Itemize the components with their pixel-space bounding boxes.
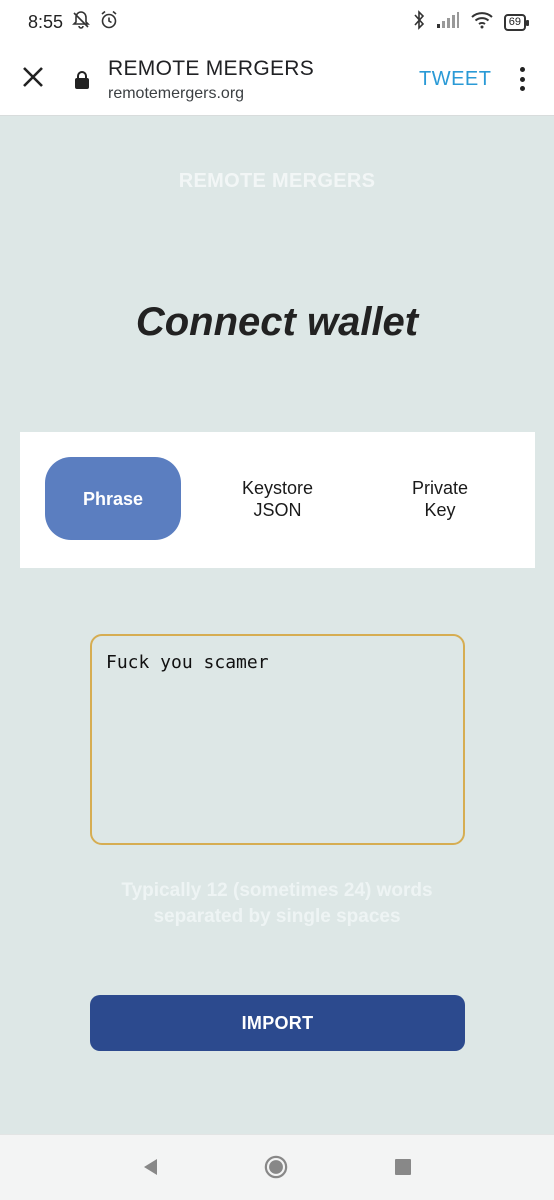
back-icon[interactable] xyxy=(139,1155,163,1179)
browser-toolbar: REMOTE MERGERS remotemergers.org TWEET xyxy=(0,44,554,116)
tab-keystore-json[interactable]: Keystore JSON xyxy=(220,457,335,540)
bluetooth-icon xyxy=(412,9,426,35)
signal-icon xyxy=(436,11,460,34)
site-brand: REMOTE MERGERS xyxy=(178,170,376,192)
alarm-icon xyxy=(99,10,119,35)
status-bar: 8:55 69 xyxy=(0,0,554,44)
page-title: REMOTE MERGERS xyxy=(108,56,315,80)
phrase-input[interactable] xyxy=(90,634,465,845)
battery-icon: 69 xyxy=(503,13,530,31)
status-left: 8:55 xyxy=(28,10,119,35)
tab-private-key[interactable]: Private Key xyxy=(390,457,490,540)
more-vert-icon[interactable] xyxy=(510,64,534,94)
system-nav-bar xyxy=(0,1134,554,1200)
bell-off-icon xyxy=(71,10,91,35)
screen: 8:55 69 REMOTE MERGERS remotemergers.org… xyxy=(0,0,554,1200)
status-time: 8:55 xyxy=(28,11,64,32)
phrase-hint: Typically 12 (sometimes 24) words separa… xyxy=(121,880,433,927)
close-icon xyxy=(22,66,44,93)
lock-icon xyxy=(74,70,100,90)
home-icon[interactable] xyxy=(264,1155,288,1179)
wallet-tabs: Phrase Keystore JSON Private Key xyxy=(20,432,535,568)
wifi-icon xyxy=(470,11,494,34)
recents-icon[interactable] xyxy=(391,1155,415,1179)
close-button[interactable] xyxy=(0,44,66,116)
page-url: remotemergers.org xyxy=(108,84,245,102)
status-right: 69 xyxy=(412,9,530,35)
page-heading: Connect wallet xyxy=(135,300,419,344)
tweet-link[interactable]: TWEET xyxy=(419,68,492,91)
page-info[interactable]: REMOTE MERGERS remotemergers.org xyxy=(108,57,314,103)
import-button[interactable]: IMPORT xyxy=(90,995,465,1051)
tab-phrase[interactable]: Phrase xyxy=(45,457,181,540)
